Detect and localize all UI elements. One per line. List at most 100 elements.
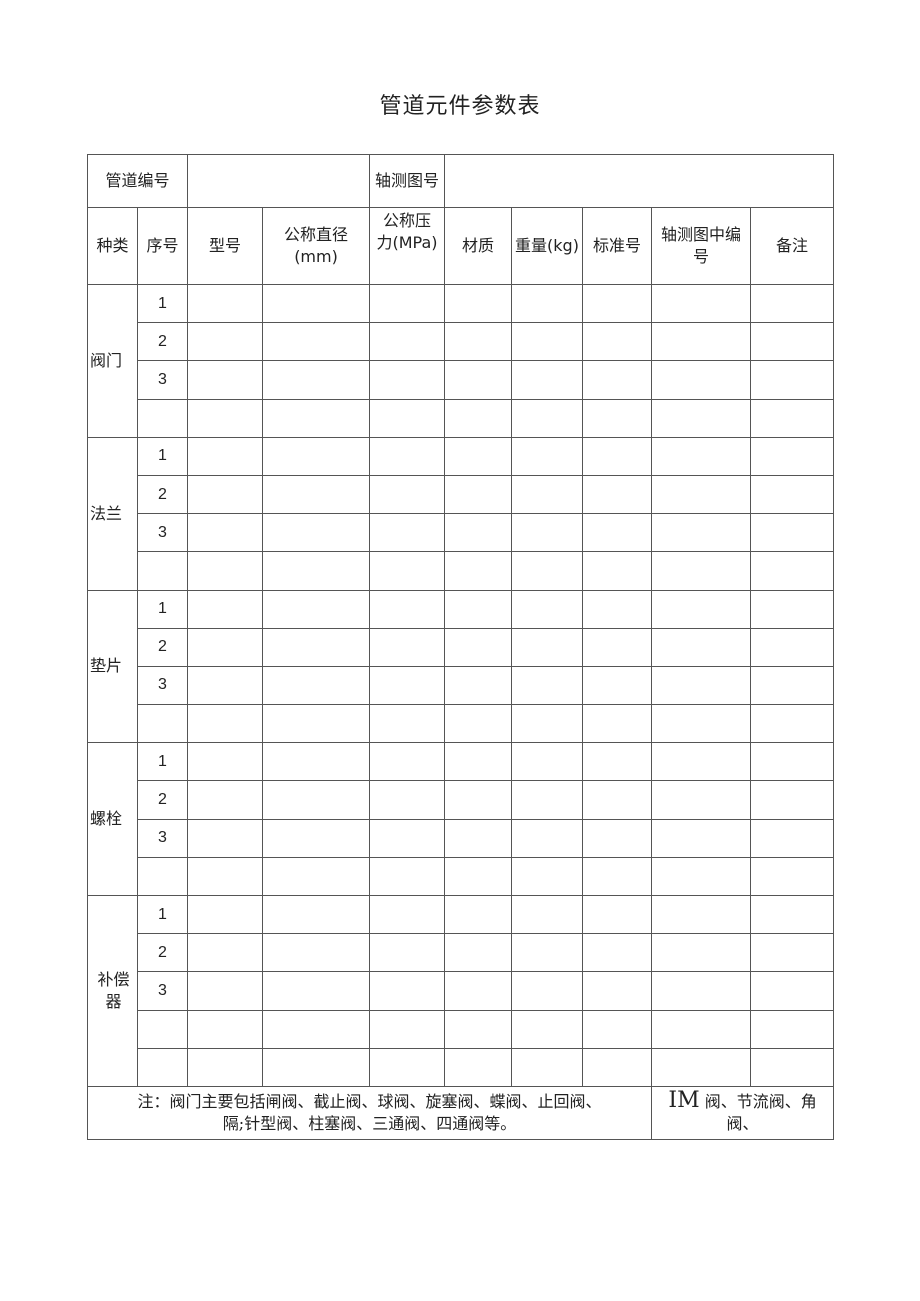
- model-cell[interactable]: [187, 665, 264, 706]
- nominal-diameter-cell[interactable]: [262, 436, 371, 476]
- standard-cell[interactable]: [582, 551, 653, 591]
- remark-cell[interactable]: [750, 818, 835, 858]
- nominal-diameter-cell[interactable]: [262, 513, 371, 553]
- material-cell[interactable]: [444, 818, 513, 858]
- weight-cell[interactable]: [511, 283, 584, 324]
- remark-cell[interactable]: [750, 589, 835, 629]
- nominal-diameter-cell[interactable]: [262, 1047, 371, 1087]
- iso-number-cell[interactable]: [651, 780, 752, 820]
- remark-cell[interactable]: [750, 856, 835, 897]
- model-cell[interactable]: [187, 933, 264, 973]
- weight-cell[interactable]: [511, 742, 584, 782]
- nominal-pressure-cell[interactable]: [369, 704, 446, 744]
- material-cell[interactable]: [444, 589, 513, 629]
- weight-cell[interactable]: [511, 513, 584, 553]
- nominal-diameter-cell[interactable]: [262, 704, 371, 744]
- material-cell[interactable]: [444, 894, 513, 935]
- material-cell[interactable]: [444, 513, 513, 553]
- remark-cell[interactable]: [750, 283, 835, 324]
- nominal-diameter-cell[interactable]: [262, 818, 371, 858]
- standard-cell[interactable]: [582, 322, 653, 362]
- weight-cell[interactable]: [511, 360, 584, 400]
- iso-drawing-field[interactable]: [444, 154, 835, 208]
- weight-cell[interactable]: [511, 474, 584, 515]
- model-cell[interactable]: [187, 704, 264, 744]
- remark-cell[interactable]: [750, 704, 835, 744]
- standard-cell[interactable]: [582, 665, 653, 706]
- remark-cell[interactable]: [750, 1009, 835, 1049]
- material-cell[interactable]: [444, 398, 513, 438]
- iso-number-cell[interactable]: [651, 436, 752, 476]
- standard-cell[interactable]: [582, 1009, 653, 1049]
- remark-cell[interactable]: [750, 513, 835, 553]
- weight-cell[interactable]: [511, 704, 584, 744]
- iso-number-cell[interactable]: [651, 742, 752, 782]
- nominal-pressure-cell[interactable]: [369, 856, 446, 897]
- standard-cell[interactable]: [582, 589, 653, 629]
- nominal-diameter-cell[interactable]: [262, 322, 371, 362]
- material-cell[interactable]: [444, 322, 513, 362]
- model-cell[interactable]: [187, 627, 264, 667]
- remark-cell[interactable]: [750, 742, 835, 782]
- standard-cell[interactable]: [582, 933, 653, 973]
- iso-number-cell[interactable]: [651, 322, 752, 362]
- model-cell[interactable]: [187, 780, 264, 820]
- nominal-diameter-cell[interactable]: [262, 360, 371, 400]
- model-cell[interactable]: [187, 894, 264, 935]
- nominal-pressure-cell[interactable]: [369, 742, 446, 782]
- model-cell[interactable]: [187, 742, 264, 782]
- weight-cell[interactable]: [511, 436, 584, 476]
- iso-number-cell[interactable]: [651, 513, 752, 553]
- weight-cell[interactable]: [511, 627, 584, 667]
- nominal-diameter-cell[interactable]: [262, 398, 371, 438]
- material-cell[interactable]: [444, 856, 513, 897]
- standard-cell[interactable]: [582, 704, 653, 744]
- model-cell[interactable]: [187, 856, 264, 897]
- iso-number-cell[interactable]: [651, 894, 752, 935]
- iso-number-cell[interactable]: [651, 665, 752, 706]
- standard-cell[interactable]: [582, 742, 653, 782]
- model-cell[interactable]: [187, 818, 264, 858]
- standard-cell[interactable]: [582, 856, 653, 897]
- remark-cell[interactable]: [750, 474, 835, 515]
- material-cell[interactable]: [444, 1047, 513, 1087]
- nominal-pressure-cell[interactable]: [369, 436, 446, 476]
- iso-number-cell[interactable]: [651, 589, 752, 629]
- weight-cell[interactable]: [511, 894, 584, 935]
- weight-cell[interactable]: [511, 322, 584, 362]
- remark-cell[interactable]: [750, 322, 835, 362]
- nominal-diameter-cell[interactable]: [262, 742, 371, 782]
- iso-number-cell[interactable]: [651, 704, 752, 744]
- iso-number-cell[interactable]: [651, 360, 752, 400]
- remark-cell[interactable]: [750, 627, 835, 667]
- nominal-diameter-cell[interactable]: [262, 283, 371, 324]
- weight-cell[interactable]: [511, 398, 584, 438]
- material-cell[interactable]: [444, 551, 513, 591]
- remark-cell[interactable]: [750, 971, 835, 1011]
- standard-cell[interactable]: [582, 780, 653, 820]
- weight-cell[interactable]: [511, 551, 584, 591]
- weight-cell[interactable]: [511, 933, 584, 973]
- remark-cell[interactable]: [750, 665, 835, 706]
- standard-cell[interactable]: [582, 971, 653, 1011]
- model-cell[interactable]: [187, 551, 264, 591]
- nominal-diameter-cell[interactable]: [262, 933, 371, 973]
- nominal-pressure-cell[interactable]: [369, 551, 446, 591]
- material-cell[interactable]: [444, 1009, 513, 1049]
- nominal-pressure-cell[interactable]: [369, 971, 446, 1011]
- material-cell[interactable]: [444, 704, 513, 744]
- remark-cell[interactable]: [750, 894, 835, 935]
- nominal-pressure-cell[interactable]: [369, 398, 446, 438]
- standard-cell[interactable]: [582, 513, 653, 553]
- model-cell[interactable]: [187, 322, 264, 362]
- nominal-pressure-cell[interactable]: [369, 474, 446, 515]
- nominal-pressure-cell[interactable]: [369, 780, 446, 820]
- material-cell[interactable]: [444, 283, 513, 324]
- iso-number-cell[interactable]: [651, 474, 752, 515]
- remark-cell[interactable]: [750, 360, 835, 400]
- remark-cell[interactable]: [750, 1047, 835, 1087]
- weight-cell[interactable]: [511, 1047, 584, 1087]
- iso-number-cell[interactable]: [651, 627, 752, 667]
- model-cell[interactable]: [187, 436, 264, 476]
- remark-cell[interactable]: [750, 398, 835, 438]
